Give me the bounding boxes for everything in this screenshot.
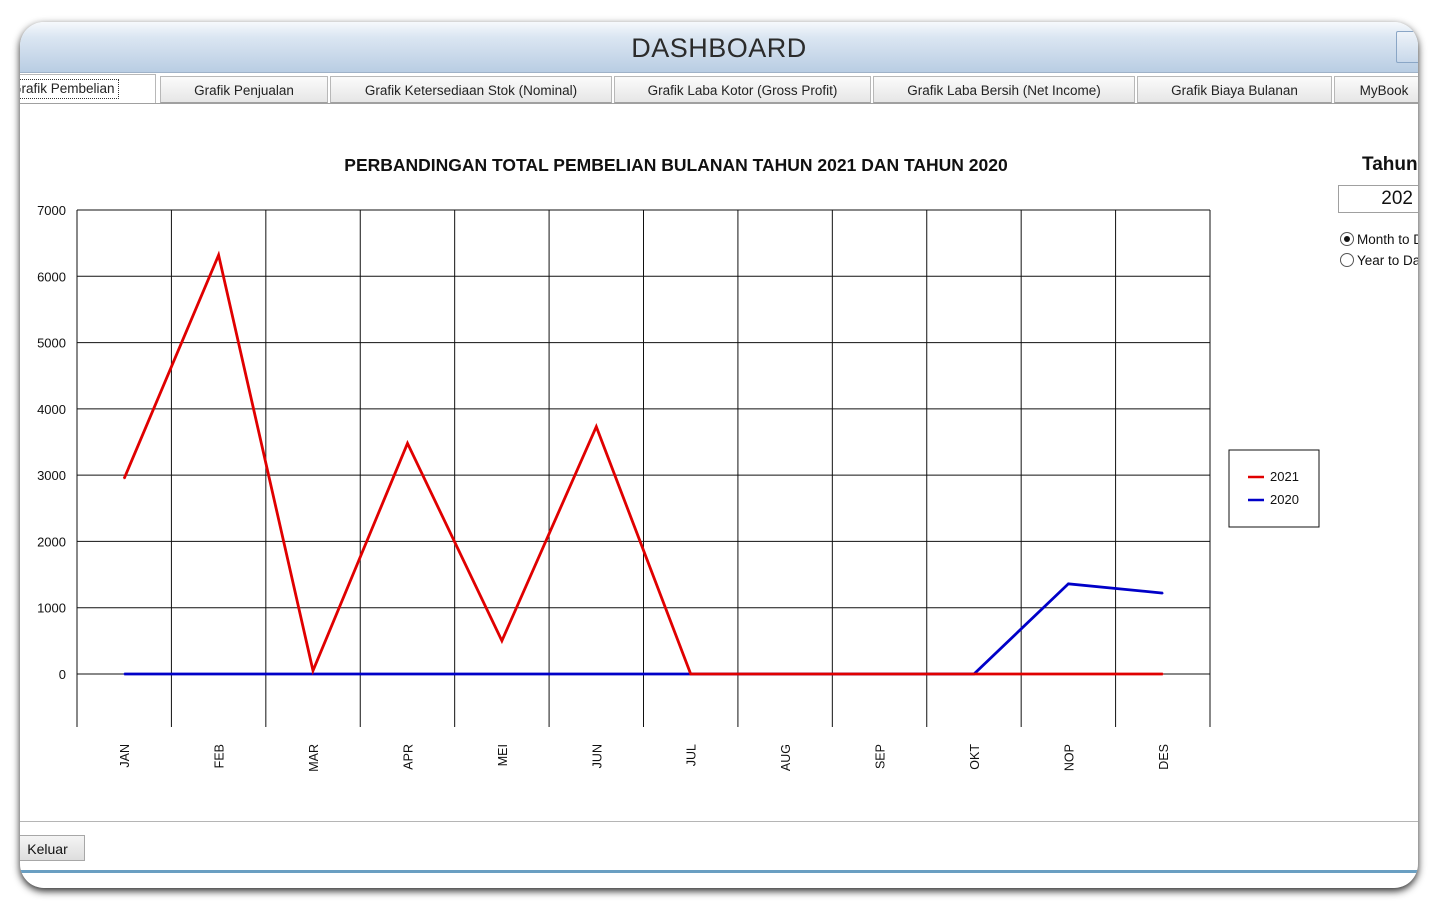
radio-label: Year to Da	[1357, 253, 1418, 268]
chart-title: PERBANDINGAN TOTAL PEMBELIAN BULANAN TAH…	[344, 155, 1008, 175]
x-tick-label: AUG	[779, 744, 793, 771]
y-tick-label: 3000	[37, 468, 66, 483]
x-tick-label: MAR	[307, 744, 321, 772]
chart-legend: 2021 2020	[1228, 449, 1320, 528]
radio-year-to-date[interactable]: Year to Da	[1340, 253, 1418, 268]
data-point-2021-nop	[1067, 673, 1070, 675]
y-tick-label: 4000	[37, 402, 66, 417]
radio-button[interactable]	[1340, 253, 1354, 267]
data-point-2020-des	[1161, 592, 1164, 594]
y-tick-label: 5000	[37, 336, 66, 351]
data-point-2021-okt	[973, 673, 975, 675]
chart-grid	[76, 209, 1211, 727]
data-point-2021-des	[1161, 673, 1164, 675]
x-tick-label: MEI	[496, 744, 510, 766]
legend-label-2020: 2020	[1270, 492, 1299, 507]
data-point-2020-mei	[501, 673, 503, 675]
x-tick-label: SEP	[874, 744, 888, 769]
data-point-2020-jun	[595, 673, 598, 675]
data-point-2020-nop	[1067, 583, 1070, 585]
x-tick-label: OKT	[968, 744, 982, 770]
data-point-2021-mar	[312, 669, 314, 672]
x-tick-label: JUN	[590, 744, 604, 768]
legend-box	[1228, 449, 1320, 528]
year-input[interactable]	[1338, 185, 1418, 213]
x-tick-label: APR	[401, 744, 415, 770]
data-point-2021-jan	[123, 477, 126, 480]
data-point-2020-apr	[406, 673, 409, 675]
data-point-2020-jan	[123, 673, 126, 675]
data-point-2021-jun	[595, 425, 598, 428]
x-tick-label: DES	[1157, 744, 1171, 770]
chart-axes: 0 1000 2000 3000 4000 5000 6000 7000 JAN FEB MAR AP…	[37, 203, 1171, 772]
y-tick-label: 0	[59, 667, 66, 682]
radio-label: Month to D	[1357, 232, 1418, 247]
data-point-2021-sep	[878, 673, 881, 675]
footer-divider	[20, 821, 1418, 822]
data-point-2021-feb	[217, 254, 220, 256]
radio-month-to-date[interactable]: Month to D	[1340, 232, 1418, 247]
data-point-2021-apr	[406, 442, 409, 445]
dashboard-window: DASHBOARD Grafik Pembelian Grafik Penjua…	[20, 22, 1418, 888]
y-tick-label: 2000	[37, 534, 66, 549]
y-tick-label: 7000	[37, 203, 66, 218]
legend-label-2021: 2021	[1270, 469, 1299, 484]
x-tick-label: JUL	[685, 744, 699, 766]
data-point-2020-feb	[217, 673, 220, 675]
keluar-button[interactable]: Keluar	[20, 835, 85, 861]
y-tick-label: 1000	[37, 601, 66, 616]
x-tick-label: NOP	[1062, 744, 1076, 771]
y-tick-label: 6000	[37, 269, 66, 284]
data-point-2021-mei	[501, 640, 503, 642]
x-tick-label: JAN	[118, 744, 132, 768]
data-point-2021-jul	[689, 673, 692, 675]
radio-button[interactable]	[1340, 232, 1354, 246]
x-tick-label: FEB	[213, 744, 227, 768]
data-point-2021-aug	[784, 673, 786, 675]
purchase-comparison-chart: PERBANDINGAN TOTAL PEMBELIAN BULANAN TAH…	[37, 155, 1320, 772]
status-bar-line	[20, 870, 1418, 873]
tahun-label: Tahun	[1362, 154, 1418, 175]
